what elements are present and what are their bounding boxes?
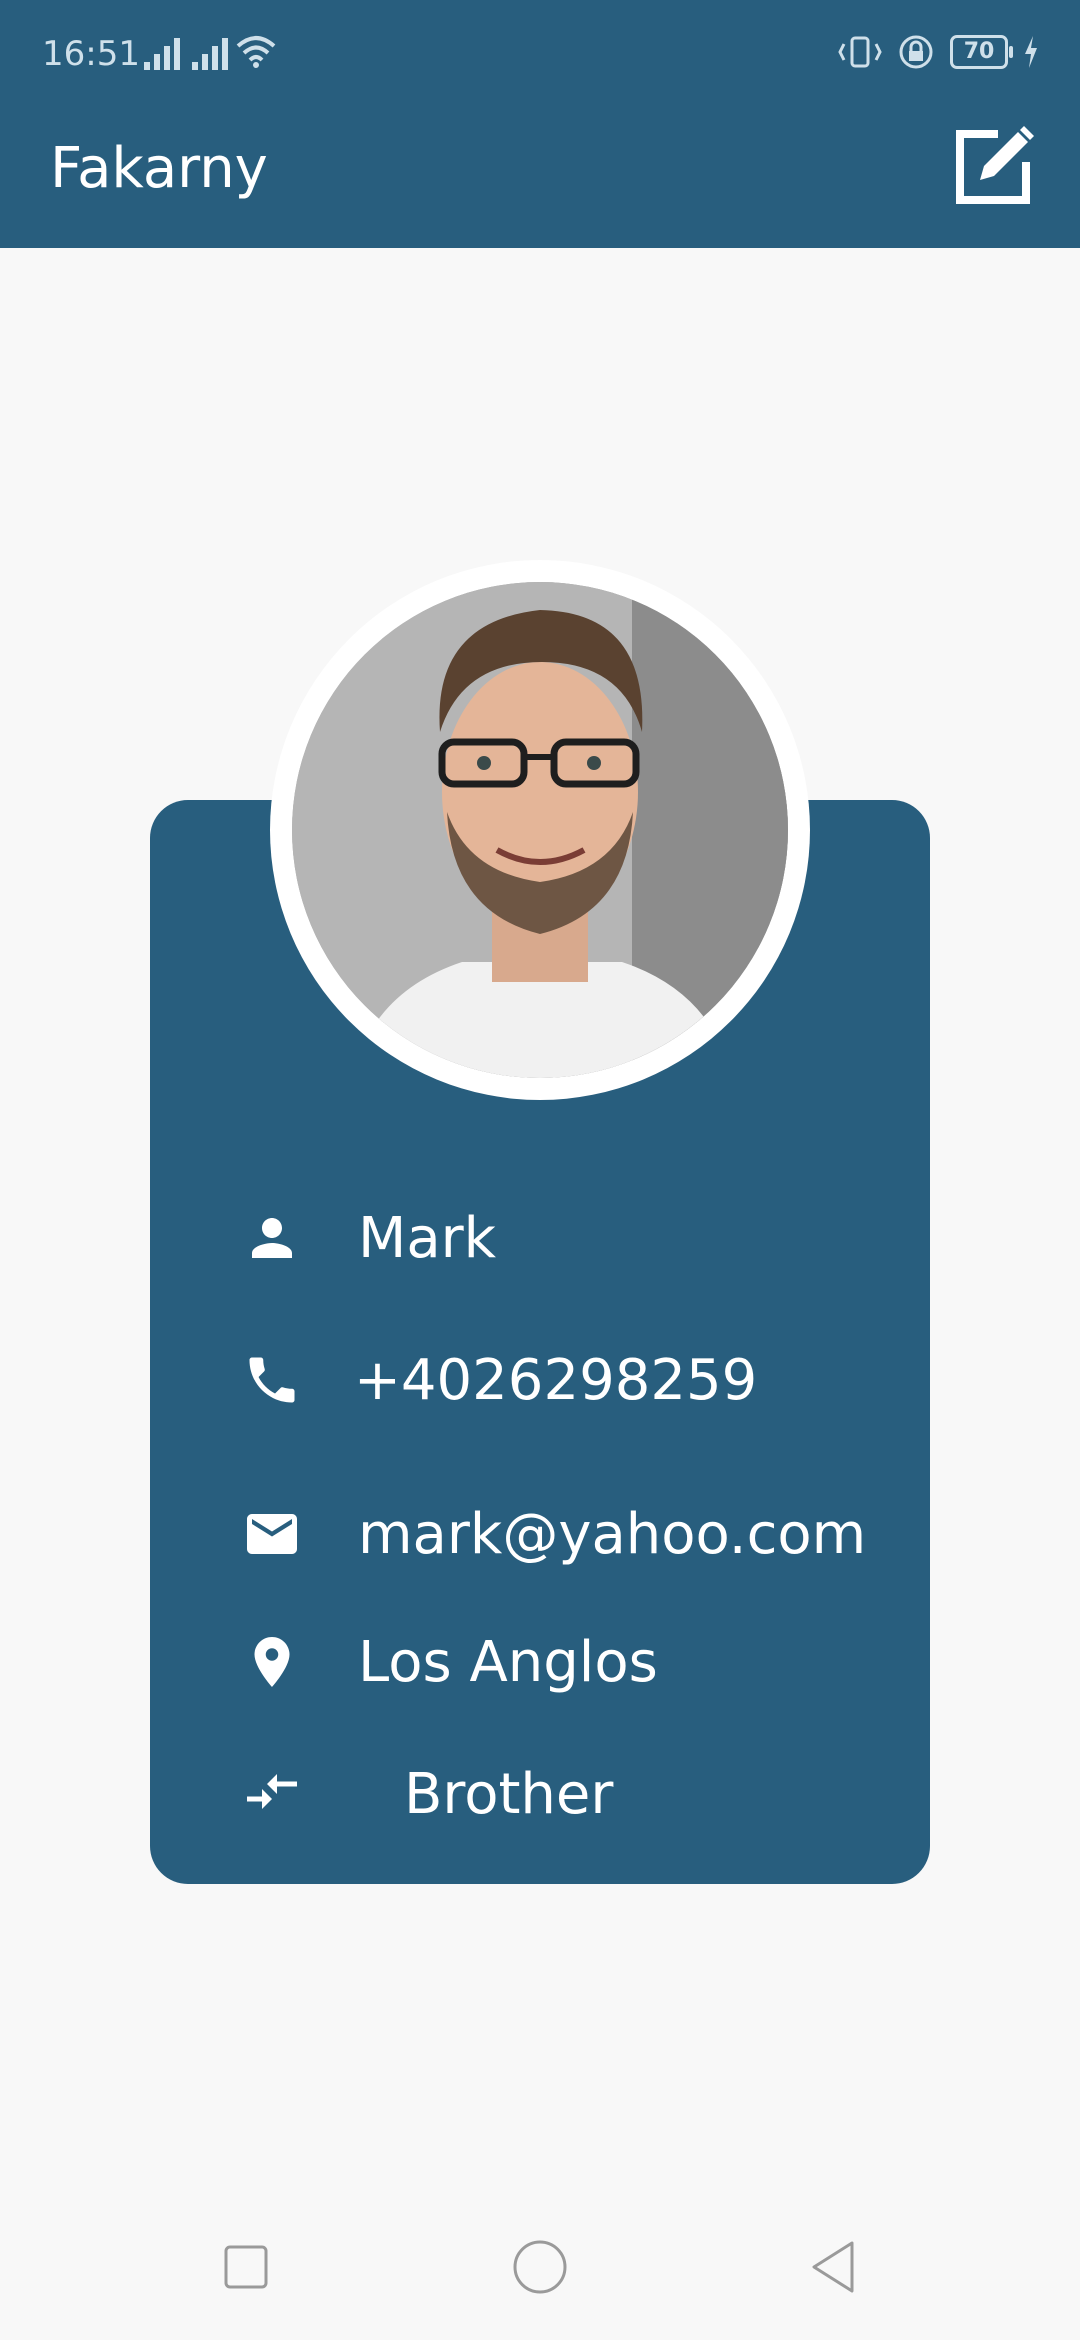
email-row: mark@yahoo.com — [150, 1484, 930, 1584]
home-button[interactable] — [510, 2237, 570, 2297]
mail-icon — [247, 1514, 297, 1554]
status-right: 70 — [838, 32, 1040, 72]
rotation-lock-icon — [899, 35, 933, 69]
avatar-photo — [292, 582, 788, 1078]
battery-indicator: 70 — [950, 35, 1013, 69]
back-button[interactable] — [804, 2237, 864, 2297]
contact-name: Mark — [358, 1206, 497, 1271]
triangle-back-icon — [812, 2241, 854, 2293]
circle-icon — [513, 2240, 567, 2294]
swap-arrows-icon — [247, 1774, 297, 1809]
system-nav-bar — [0, 2195, 1080, 2340]
name-row: Mark — [150, 1188, 930, 1288]
edit-icon — [956, 126, 1034, 204]
wifi-icon — [236, 36, 276, 68]
phone-row: +4026298259 — [150, 1330, 930, 1430]
square-icon — [224, 2245, 268, 2289]
person-icon — [252, 1218, 292, 1258]
contact-relation: Brother — [404, 1762, 614, 1827]
page-title: Fakarny — [50, 136, 268, 201]
location-row: Los Anglos — [150, 1612, 930, 1712]
contact-email: mark@yahoo.com — [358, 1502, 867, 1567]
edit-button[interactable] — [950, 120, 1040, 210]
contact-phone: +4026298259 — [354, 1348, 758, 1413]
status-bar: 16:51 70 — [0, 0, 1080, 110]
contact-location: Los Anglos — [358, 1630, 658, 1695]
recents-button[interactable] — [216, 2237, 276, 2297]
status-time: 16:51 — [42, 34, 140, 74]
vibrate-icon — [838, 36, 882, 68]
app-bar: 16:51 70 Fakarny — [0, 0, 1080, 248]
location-pin-icon — [254, 1637, 290, 1687]
relation-row: Brother — [150, 1744, 930, 1844]
avatar-portrait — [292, 582, 788, 1078]
phone-icon — [249, 1357, 295, 1403]
charging-bolt-icon — [1025, 36, 1037, 68]
